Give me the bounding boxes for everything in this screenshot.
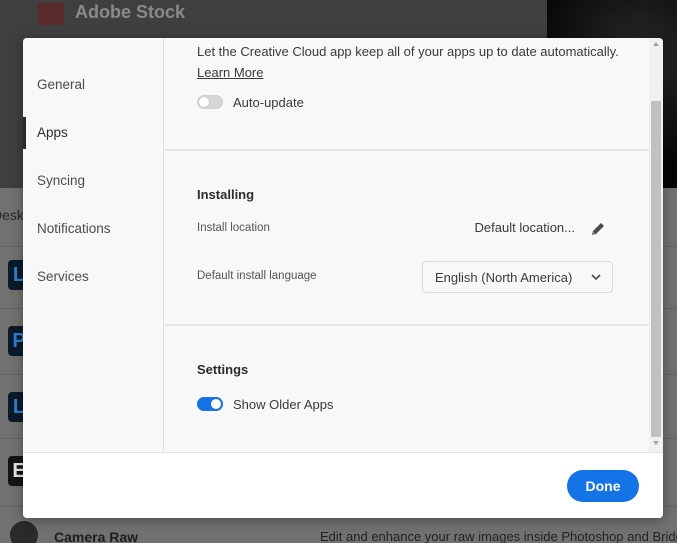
sidebar-item-general[interactable]: General xyxy=(23,67,163,103)
install-language-value: English (North America) xyxy=(435,270,573,285)
sidebar-item-apps[interactable]: Apps xyxy=(23,115,163,151)
scroll-thumb[interactable] xyxy=(651,101,661,437)
auto-update-label: Auto-update xyxy=(233,95,304,110)
scroll-down-arrow-icon[interactable] xyxy=(652,439,660,447)
section-divider xyxy=(165,149,649,151)
install-location-label: Install location xyxy=(197,222,270,234)
toggle-knob xyxy=(211,399,221,409)
auto-update-description: Let the Creative Cloud app keep all of y… xyxy=(197,44,619,59)
content-scrollbar[interactable] xyxy=(649,38,663,452)
install-location-value: Default location... xyxy=(474,220,575,235)
learn-more-link[interactable]: Learn More xyxy=(197,65,263,80)
preferences-content: Let the Creative Cloud app keep all of y… xyxy=(165,38,649,452)
install-language-select[interactable]: English (North America) xyxy=(422,261,613,293)
banner-title: Adobe Stock xyxy=(75,2,186,22)
settings-heading: Settings xyxy=(197,362,249,377)
done-button[interactable]: Done xyxy=(567,470,639,502)
camera-raw-description: Edit and enhance your raw images inside … xyxy=(320,529,677,543)
preferences-sidebar: General Apps Syncing Notifications Servi… xyxy=(23,38,164,452)
pencil-icon[interactable] xyxy=(590,221,606,237)
camera-raw-name: Camera Raw xyxy=(54,529,139,543)
toggle-knob xyxy=(199,97,209,107)
section-divider xyxy=(165,324,649,326)
preferences-dialog: General Apps Syncing Notifications Servi… xyxy=(23,38,663,518)
camera-raw-aperture-icon xyxy=(10,521,38,543)
chevron-down-icon xyxy=(591,274,601,281)
installing-heading: Installing xyxy=(197,187,255,202)
background-section-label: Desk xyxy=(0,207,24,223)
adobe-stock-logo-icon xyxy=(38,3,64,25)
sidebar-item-syncing[interactable]: Syncing xyxy=(23,163,163,199)
auto-update-toggle[interactable] xyxy=(197,95,223,109)
install-language-label: Default install language xyxy=(197,270,317,282)
sidebar-item-services[interactable]: Services xyxy=(23,259,163,295)
show-older-apps-label: Show Older Apps xyxy=(233,397,334,412)
show-older-apps-toggle[interactable] xyxy=(197,397,223,411)
scroll-up-arrow-icon[interactable] xyxy=(652,40,660,48)
sidebar-item-notifications[interactable]: Notifications xyxy=(23,211,163,247)
dialog-footer: Done xyxy=(23,452,663,518)
